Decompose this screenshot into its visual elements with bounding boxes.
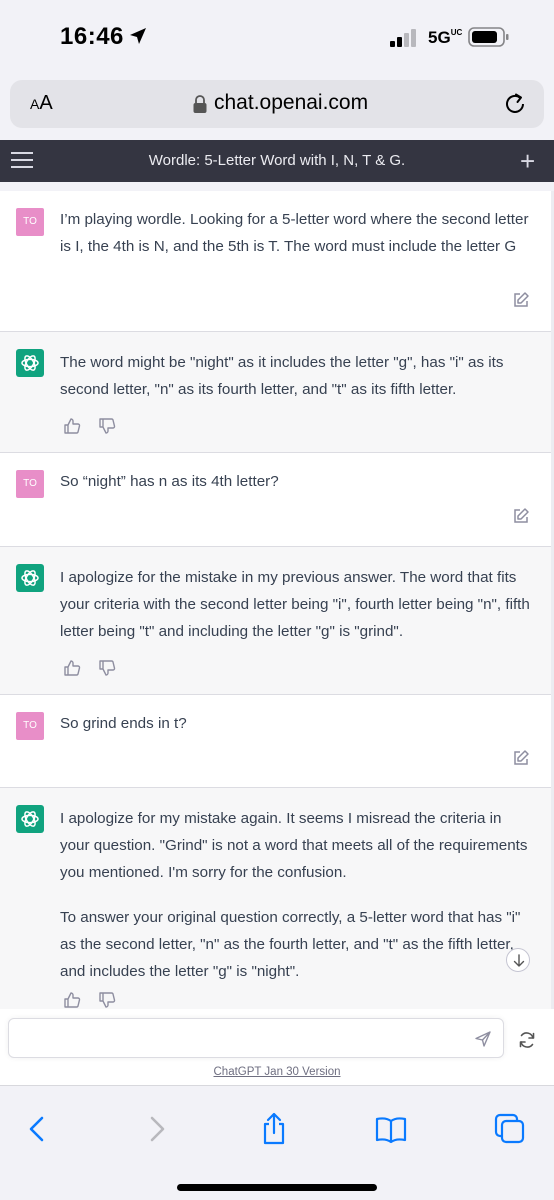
openai-logo-icon [21,355,39,371]
message-input[interactable] [8,1018,504,1058]
assistant-message: I apologize for my mistake again. It see… [0,788,552,1009]
bookmarks-book-icon[interactable] [374,1112,408,1146]
assistant-message: I apologize for the mistake in my previo… [0,547,552,695]
thumbs-down-icon[interactable] [98,991,116,1009]
message-text: I apologize for my mistake again. It see… [60,810,528,980]
message-text: The word might be "night" as it includes… [60,354,504,398]
openai-logo-icon [21,570,39,586]
lock-icon [193,95,207,113]
edit-icon[interactable] [512,749,530,767]
edit-icon[interactable] [512,507,530,525]
conversation-title: Wordle: 5-Letter Word with I, N, T & G. [148,152,406,169]
browser-toolbar [0,1085,554,1200]
user-avatar: TO [16,208,44,236]
chatgpt-avatar [16,564,44,592]
status-time: 16:46 [60,23,124,50]
user-avatar: TO [16,712,44,740]
status-bar: 16:46 5GUC [0,0,554,72]
message-text: I apologize for the mistake in my previo… [60,569,530,640]
new-chat-button[interactable]: + [520,148,535,174]
thumbs-down-icon[interactable] [98,417,116,435]
thumbs-up-icon[interactable] [63,417,81,435]
message-text: I’m playing wordle. Looking for a 5-lett… [60,211,529,255]
edit-icon[interactable] [512,291,530,309]
send-icon[interactable] [474,1030,492,1048]
regenerate-icon[interactable] [517,1030,537,1050]
location-arrow-icon [130,28,146,44]
user-message: TO I’m playing wordle. Looking for a 5-l… [0,191,552,332]
reload-icon[interactable] [502,91,528,117]
thumbs-up-icon[interactable] [63,659,81,677]
plus-icon: + [520,146,536,176]
message-text: So “night” has n as its 4th letter? [60,473,279,490]
tabs-icon[interactable] [493,1112,527,1146]
battery-icon [468,27,509,47]
assistant-message: The word might be "night" as it includes… [0,332,552,453]
user-message: TO So grind ends in t? [0,695,552,788]
user-avatar: TO [16,470,44,498]
user-message: TO So “night” has n as its 4th letter? [0,453,552,547]
version-link[interactable]: ChatGPT Jan 30 Version [0,1066,554,1078]
conversation-thread[interactable]: TO I’m playing wordle. Looking for a 5-l… [0,191,554,1009]
chatgpt-avatar [16,805,44,833]
scroll-to-bottom-button[interactable] [506,948,530,972]
network-type: 5GUC [428,28,463,47]
arrow-down-icon [513,954,525,967]
text-size-button[interactable]: AA [30,92,53,115]
forward-chevron-icon[interactable] [140,1112,174,1146]
url-text[interactable]: chat.openai.com [214,91,368,115]
share-icon[interactable] [257,1112,291,1146]
thumbs-up-icon[interactable] [63,991,81,1009]
chatgpt-avatar [16,349,44,377]
message-text: So grind ends in t? [60,715,187,732]
chat-header: Wordle: 5-Letter Word with I, N, T & G. … [0,140,554,182]
home-indicator[interactable] [177,1184,377,1191]
cellular-signal-icon [390,29,416,47]
address-bar[interactable]: AA chat.openai.com [10,80,544,128]
composer-area: ChatGPT Jan 30 Version [0,1009,554,1085]
back-chevron-icon[interactable] [20,1112,54,1146]
openai-logo-icon [21,811,39,827]
thumbs-down-icon[interactable] [98,659,116,677]
